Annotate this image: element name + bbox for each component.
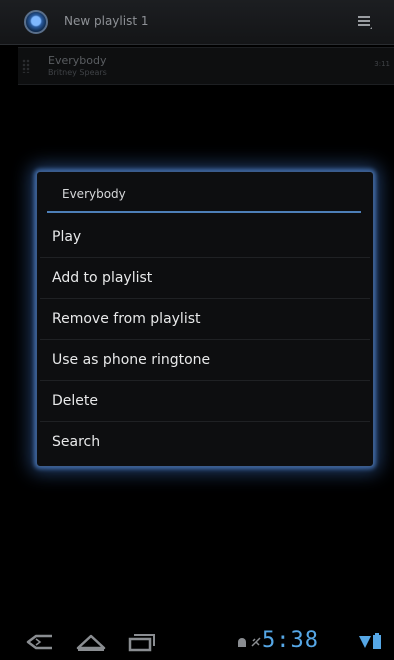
drag-handle-icon[interactable] bbox=[22, 59, 30, 73]
back-icon[interactable] bbox=[24, 630, 58, 654]
screen: New playlist 1 Everybody Britney Spears … bbox=[0, 0, 394, 660]
track-artist: Britney Spears bbox=[48, 68, 107, 77]
menu-item-add-to-playlist[interactable]: Add to playlist bbox=[40, 258, 370, 299]
menu-item-label: Search bbox=[52, 434, 101, 450]
dialog-title-divider bbox=[47, 211, 361, 213]
home-icon[interactable] bbox=[74, 630, 108, 654]
track-row[interactable]: Everybody Britney Spears 3:11 bbox=[18, 47, 394, 85]
menu-item-search[interactable]: Search bbox=[40, 422, 370, 463]
menu-item-label: Add to playlist bbox=[52, 270, 153, 286]
music-app-icon[interactable] bbox=[24, 10, 48, 34]
menu-item-play[interactable]: Play bbox=[40, 217, 370, 258]
menu-item-label: Use as phone ringtone bbox=[52, 352, 211, 368]
android-debug-icon bbox=[238, 638, 246, 647]
battery-icon bbox=[373, 633, 381, 649]
track-title: Everybody bbox=[48, 54, 107, 67]
action-bar: New playlist 1 bbox=[0, 0, 394, 45]
menu-item-label: Remove from playlist bbox=[52, 311, 201, 327]
recent-apps-icon[interactable] bbox=[124, 630, 158, 654]
menu-item-label: Play bbox=[52, 229, 82, 245]
overflow-menu-icon[interactable] bbox=[358, 15, 372, 29]
menu-item-remove-from-playlist[interactable]: Remove from playlist bbox=[40, 299, 370, 340]
menu-item-use-as-ringtone[interactable]: Use as phone ringtone bbox=[40, 340, 370, 381]
dialog-title: Everybody bbox=[62, 187, 126, 201]
clock[interactable]: 5:38 bbox=[262, 628, 319, 653]
menu-item-label: Delete bbox=[52, 393, 98, 409]
track-duration: 3:11 bbox=[374, 60, 390, 68]
menu-item-delete[interactable]: Delete bbox=[40, 381, 370, 422]
usb-icon bbox=[251, 637, 261, 647]
playlist-title: New playlist 1 bbox=[64, 14, 149, 28]
wifi-icon bbox=[359, 636, 371, 648]
system-bar: 5:38 bbox=[0, 624, 394, 660]
